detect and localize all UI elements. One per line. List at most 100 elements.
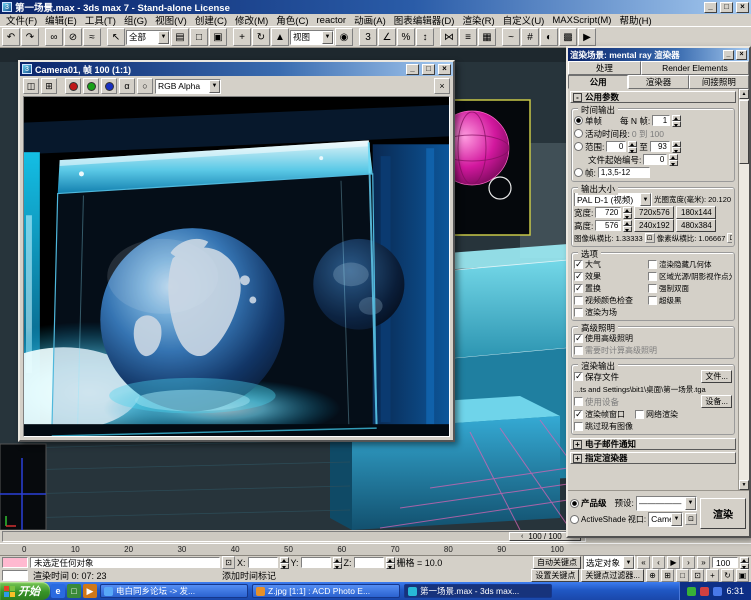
clone-window-icon[interactable]: ⊞ <box>41 78 57 94</box>
menu-item[interactable]: 组(G) <box>120 13 151 27</box>
checkbox-displacement[interactable] <box>574 284 583 293</box>
checkbox-force-two-sided[interactable] <box>648 284 657 293</box>
height-spinner[interactable] <box>623 220 632 232</box>
zoom-region-icon[interactable]: ⊡ <box>691 569 704 582</box>
checkbox-compute-advanced-lighting[interactable] <box>574 346 583 355</box>
range-to-spinner[interactable] <box>672 141 681 153</box>
file-number-spinner[interactable] <box>669 154 678 166</box>
menu-item[interactable]: 渲染(R) <box>458 13 498 27</box>
save-bitmap-icon[interactable]: ◫ <box>23 78 39 94</box>
selection-filter-dropdown[interactable]: 全部 ▼ <box>126 30 170 45</box>
tab-common[interactable]: 公用 <box>568 75 628 89</box>
tab-indirect-illumination[interactable]: 间接照明 <box>689 75 749 89</box>
preset-dropdown[interactable]: ————— ▼ <box>636 496 697 511</box>
taskbar-item-3dsmax[interactable]: 第一场景.max - 3ds max... <box>404 584 552 598</box>
player-quicklaunch-icon[interactable]: ▶ <box>83 584 97 598</box>
menu-item[interactable]: 修改(M) <box>231 13 272 27</box>
play-button[interactable]: ▶ <box>667 556 680 569</box>
mirror-icon[interactable]: ⋈ <box>440 28 458 46</box>
z-spinner[interactable] <box>386 557 395 569</box>
expand-icon[interactable]: + <box>573 454 582 463</box>
percent-snap-icon[interactable]: % <box>397 28 415 46</box>
quick-render-icon[interactable]: ▶ <box>578 28 596 46</box>
menu-item[interactable]: 帮助(H) <box>615 13 655 27</box>
angle-snap-icon[interactable]: ∠ <box>378 28 396 46</box>
tray-icon[interactable] <box>713 587 722 596</box>
radio-range[interactable] <box>574 142 583 151</box>
render-frame-titlebar[interactable]: 3 Camera01, 帧 100 (1:1) _ □ × <box>20 62 453 76</box>
clear-image-button[interactable]: × <box>434 78 450 94</box>
menu-item[interactable]: 编辑(E) <box>41 13 81 27</box>
chevron-down-icon[interactable]: ▼ <box>623 556 634 569</box>
chevron-down-icon[interactable]: ▼ <box>209 80 220 93</box>
scroll-down-icon[interactable]: ▼ <box>739 480 749 490</box>
scrollbar-thumb[interactable] <box>739 100 749 164</box>
menu-item[interactable]: 动画(A) <box>350 13 390 27</box>
select-and-scale-icon[interactable]: ▲ <box>271 28 289 46</box>
size-button-240x192[interactable]: 240x192 <box>634 219 674 232</box>
add-time-tag[interactable]: 添加时间标记 <box>222 569 276 582</box>
go-to-end-button[interactable]: » <box>697 556 710 569</box>
height-field[interactable]: 576 <box>595 220 621 231</box>
rollout-common-parameters[interactable]: - 公用参数 <box>570 91 736 103</box>
checkbox-save-file[interactable] <box>574 372 583 381</box>
tray-icon[interactable] <box>700 587 709 596</box>
every-n-field[interactable]: 1 <box>652 115 670 126</box>
material-editor-icon[interactable]: ◐ <box>540 28 558 46</box>
zoom-extents-icon[interactable]: □ <box>676 569 689 582</box>
viewport-lock-icon[interactable]: ⊡ <box>685 513 697 525</box>
redo-icon[interactable]: ↷ <box>21 28 39 46</box>
start-button[interactable]: 开始 <box>0 582 50 600</box>
bind-to-spacewarp-icon[interactable]: ≈ <box>83 28 101 46</box>
x-coordinate-field[interactable] <box>248 557 278 568</box>
menu-item[interactable]: 工具(T) <box>81 13 120 27</box>
checkbox-skip-existing[interactable] <box>574 422 583 431</box>
align-icon[interactable]: ≡ <box>459 28 477 46</box>
alpha-channel-button[interactable]: α <box>119 78 135 94</box>
files-button[interactable]: 文件... <box>701 370 732 383</box>
image-aspect-lock-icon[interactable]: ⊡ <box>645 233 655 243</box>
render-scene-icon[interactable]: ▩ <box>559 28 577 46</box>
checkbox-atmosphere[interactable] <box>574 260 583 269</box>
rfw-close-button[interactable]: × <box>438 64 451 75</box>
pixel-aspect-lock-icon[interactable]: ⊡ <box>727 233 732 243</box>
chevron-down-icon[interactable]: ▼ <box>640 193 651 206</box>
checkbox-render-to-fields[interactable] <box>574 308 583 317</box>
menu-item[interactable]: MAXScript(M) <box>548 15 615 26</box>
maxscript-mini-listener[interactable] <box>2 557 28 568</box>
chevron-down-icon[interactable]: ▼ <box>322 31 333 44</box>
scroll-up-icon[interactable]: ▲ <box>739 89 749 99</box>
frames-field[interactable]: 1,3,5-12 <box>598 167 650 178</box>
maximize-button[interactable]: □ <box>720 2 733 13</box>
maximize-viewport-icon[interactable]: ▣ <box>736 569 749 582</box>
window-crossing-icon[interactable]: ▣ <box>209 28 227 46</box>
key-filters-button[interactable]: 关键点过滤器... <box>581 569 644 582</box>
radio-production[interactable] <box>570 499 579 508</box>
range-to-field[interactable]: 93 <box>650 141 670 152</box>
channel-display-dropdown[interactable]: RGB Alpha ▼ <box>155 79 221 94</box>
y-spinner[interactable] <box>333 557 342 569</box>
devices-button[interactable]: 设备... <box>701 395 732 408</box>
previous-frame-button[interactable]: ‹ <box>652 556 665 569</box>
zoom-icon[interactable]: ⊕ <box>646 569 659 582</box>
checkbox-render-hidden[interactable] <box>648 260 657 269</box>
radio-activeshade[interactable] <box>570 515 579 524</box>
dialog-minimize-button[interactable]: _ <box>723 50 734 60</box>
unlink-selection-icon[interactable]: ⊘ <box>64 28 82 46</box>
pan-icon[interactable]: + <box>706 569 719 582</box>
render-button[interactable]: 渲染 <box>700 498 746 529</box>
undo-icon[interactable]: ↶ <box>2 28 20 46</box>
next-frame-button[interactable]: › <box>682 556 695 569</box>
blue-channel-button[interactable] <box>101 78 117 94</box>
desktop-quicklaunch-icon[interactable]: □ <box>67 584 81 598</box>
menu-item[interactable]: 图表编辑器(D) <box>390 13 459 27</box>
select-and-move-icon[interactable]: + <box>233 28 251 46</box>
checkbox-area-lights-as-points[interactable] <box>648 272 657 281</box>
width-spinner[interactable] <box>623 207 632 219</box>
rollout-email-notifications[interactable]: + 电子邮件通知 <box>570 438 736 450</box>
dialog-close-button[interactable]: × <box>736 50 747 60</box>
frame-back-arrow-icon[interactable]: ‹ <box>521 533 523 540</box>
red-channel-button[interactable] <box>65 78 81 94</box>
checkbox-render-frame-window[interactable] <box>574 410 583 419</box>
menu-item[interactable]: 文件(F) <box>2 13 41 27</box>
